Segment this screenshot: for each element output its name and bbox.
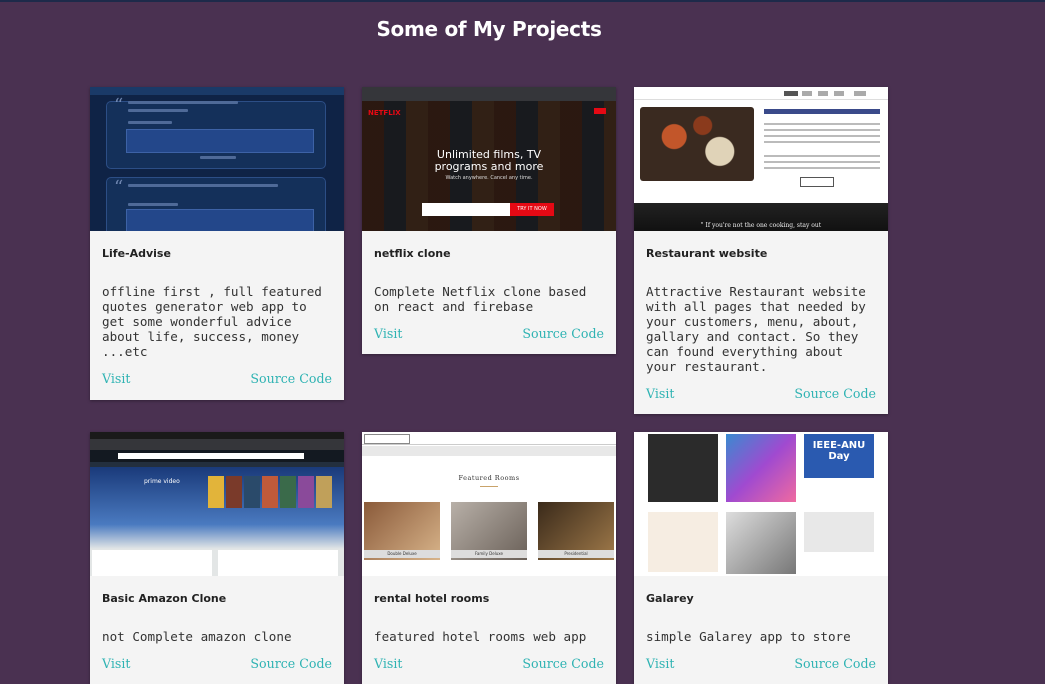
project-title: Restaurant website: [646, 247, 768, 260]
source-code-link[interactable]: Source Code: [250, 371, 332, 386]
source-code-link[interactable]: Source Code: [794, 386, 876, 401]
project-card: IEEE-ANU Day Galarey simple Galarey app …: [634, 432, 888, 684]
thumb-quote: " If you're not the one cooking, stay ou…: [700, 222, 822, 229]
source-code-link[interactable]: Source Code: [250, 656, 332, 671]
project-thumbnail[interactable]: “ “: [90, 87, 344, 231]
project-thumbnail[interactable]: NETFLIX Unlimited films, TV programs and…: [362, 87, 616, 231]
source-code-link[interactable]: Source Code: [522, 326, 604, 341]
source-code-link[interactable]: Source Code: [522, 656, 604, 671]
visit-link[interactable]: Visit: [646, 386, 674, 401]
project-description: Complete Netflix clone based on react an…: [374, 284, 587, 314]
thumb-ieee: IEEE-ANU Day: [804, 434, 874, 478]
project-card: Featured Rooms Double Deluxe Family Delu…: [362, 432, 616, 684]
room-label: Family Deluxe: [451, 550, 527, 558]
project-card: “ “ Life-Advise offline first , full fea…: [90, 87, 344, 400]
project-title: Basic Amazon Clone: [102, 592, 227, 605]
top-border: [0, 0, 1045, 2]
netflix-logo: NETFLIX: [368, 109, 401, 117]
project-description: Attractive Restaurant website with all p…: [646, 284, 866, 374]
section-title: Some of My Projects: [376, 17, 602, 41]
room-label: Double Deluxe: [364, 550, 440, 558]
visit-link[interactable]: Visit: [374, 656, 402, 671]
thumb-subtext: Watch anywhere. Cancel any time.: [445, 175, 533, 181]
project-title: netflix clone: [374, 247, 451, 260]
project-thumbnail[interactable]: " If you're not the one cooking, stay ou…: [634, 87, 888, 231]
thumb-featured-title: Featured Rooms: [458, 474, 520, 482]
visit-link[interactable]: Visit: [102, 656, 130, 671]
project-thumbnail[interactable]: prime video: [90, 432, 344, 576]
room-label: Presidential: [538, 550, 614, 558]
thumb-prime-label: prime video: [144, 478, 180, 485]
source-code-link[interactable]: Source Code: [794, 656, 876, 671]
thumb-headline: Unlimited films, TV programs and more: [434, 148, 544, 173]
project-title: Life-Advise: [102, 247, 171, 260]
project-title: Galarey: [646, 592, 694, 605]
project-description: offline first , full featured quotes gen…: [102, 284, 322, 359]
project-thumbnail[interactable]: IEEE-ANU Day: [634, 432, 888, 576]
visit-link[interactable]: Visit: [646, 656, 674, 671]
visit-link[interactable]: Visit: [374, 326, 402, 341]
project-title: rental hotel rooms: [374, 592, 490, 605]
project-thumbnail[interactable]: Featured Rooms Double Deluxe Family Delu…: [362, 432, 616, 576]
project-card: " If you're not the one cooking, stay ou…: [634, 87, 888, 414]
thumb-cta: TRY IT NOW: [510, 203, 554, 216]
project-card: NETFLIX Unlimited films, TV programs and…: [362, 87, 616, 354]
project-card: prime video Basic Amazon Clone not Compl…: [90, 432, 344, 684]
visit-link[interactable]: Visit: [102, 371, 130, 386]
